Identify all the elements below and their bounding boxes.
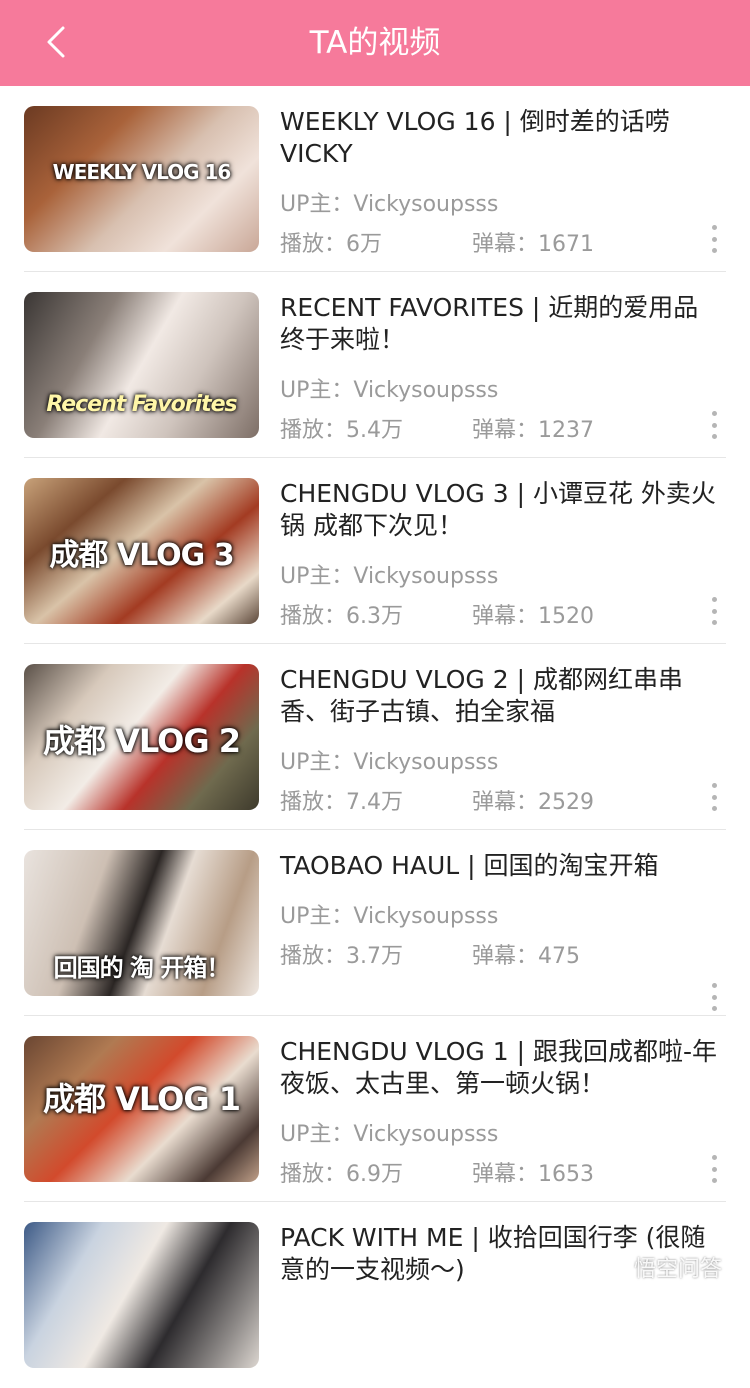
danmu-value: 2529 [538, 790, 595, 815]
thumbnail-caption: 成都 VLOG 1 [42, 1080, 241, 1118]
video-thumbnail[interactable]: 成都 VLOG 1 [24, 1036, 259, 1182]
play-label: 播放： [280, 232, 347, 257]
uploader-name[interactable]: Vickysoupsss [353, 1122, 498, 1147]
play-value: 6万 [346, 232, 383, 257]
video-thumbnail[interactable] [24, 1222, 259, 1368]
uploader-line: UP主：Vickysoupsss [280, 1116, 498, 1148]
play-count: 播放：6.9万 [280, 1156, 403, 1188]
watermark: 悟空问答 [600, 1250, 722, 1284]
video-item[interactable]: WEEKLY VLOG 16 WEEKLY VLOG 16 | 倒时差的话唠VI… [0, 86, 750, 272]
danmu-count: 弹幕：1520 [472, 598, 594, 630]
thumbnail-caption: 成都 VLOG 2 [42, 722, 241, 760]
video-thumbnail[interactable]: 成都 VLOG 3 [24, 478, 259, 624]
uploader-label: UP主： [280, 750, 354, 775]
wukong-logo-icon [601, 1254, 627, 1280]
video-title[interactable]: CHENGDU VLOG 2 | 成都网红串串香、街子古镇、拍全家福 [280, 664, 720, 728]
danmu-value: 1653 [538, 1162, 595, 1187]
danmu-count: 弹幕：1671 [472, 226, 594, 258]
more-options-icon[interactable] [707, 225, 721, 253]
uploader-line: UP主：Vickysoupsss [280, 744, 498, 776]
uploader-label: UP主： [280, 378, 354, 403]
page-title: TA的视频 [309, 25, 441, 61]
play-count: 播放：5.4万 [280, 412, 403, 444]
thumbnail-caption: Recent Favorites [46, 392, 237, 417]
video-thumbnail[interactable]: WEEKLY VLOG 16 [24, 106, 259, 252]
uploader-label: UP主： [280, 192, 354, 217]
play-value: 7.4万 [346, 790, 404, 815]
play-value: 5.4万 [346, 418, 404, 443]
danmu-count: 弹幕：1237 [472, 412, 594, 444]
danmu-label: 弹幕： [472, 604, 539, 629]
uploader-line: UP主：Vickysoupsss [280, 558, 498, 590]
play-value: 3.7万 [346, 944, 404, 969]
danmu-value: 475 [538, 944, 581, 969]
uploader-line: UP主：Vickysoupsss [280, 372, 498, 404]
play-value: 6.9万 [346, 1162, 404, 1187]
danmu-label: 弹幕： [472, 944, 539, 969]
uploader-name[interactable]: Vickysoupsss [353, 378, 498, 403]
danmu-value: 1520 [538, 604, 595, 629]
danmu-count: 弹幕：2529 [472, 784, 594, 816]
play-value: 6.3万 [346, 604, 404, 629]
video-item[interactable]: 成都 VLOG 3 CHENGDU VLOG 3 | 小谭豆花 外卖火锅 成都下… [0, 458, 750, 644]
more-options-icon[interactable] [707, 597, 721, 625]
uploader-name[interactable]: Vickysoupsss [353, 192, 498, 217]
video-item[interactable]: 成都 VLOG 2 CHENGDU VLOG 2 | 成都网红串串香、街子古镇、… [0, 644, 750, 830]
watermark-text: 悟空问答 [634, 1257, 723, 1282]
uploader-line: UP主：Vickysoupsss [280, 898, 498, 930]
more-options-icon[interactable] [707, 983, 721, 1011]
video-thumbnail[interactable]: Recent Favorites [24, 292, 259, 438]
video-title[interactable]: TAOBAO HAUL | 回国的淘宝开箱 [280, 850, 720, 882]
uploader-label: UP主： [280, 564, 354, 589]
more-options-icon[interactable] [707, 1155, 721, 1183]
thumbnail-caption: 回国的 淘 开箱！ [53, 954, 231, 982]
play-label: 播放： [280, 944, 347, 969]
play-label: 播放： [280, 790, 347, 815]
danmu-label: 弹幕： [472, 790, 539, 815]
video-item[interactable]: Recent Favorites RECENT FAVORITES | 近期的爱… [0, 272, 750, 458]
danmu-value: 1237 [538, 418, 595, 443]
video-item[interactable]: PACK WITH ME | 收拾回国行李 (很随意的一支视频～) [0, 1202, 750, 1388]
thumbnail-caption: WEEKLY VLOG 16 [52, 160, 232, 184]
play-count: 播放：3.7万 [280, 938, 403, 970]
more-options-icon[interactable] [707, 411, 721, 439]
play-label: 播放： [280, 1162, 347, 1187]
play-label: 播放： [280, 604, 347, 629]
uploader-label: UP主： [280, 904, 354, 929]
play-count: 播放：6.3万 [280, 598, 403, 630]
uploader-name[interactable]: Vickysoupsss [353, 564, 498, 589]
video-title[interactable]: RECENT FAVORITES | 近期的爱用品终于来啦！ [280, 292, 720, 356]
video-title[interactable]: CHENGDU VLOG 1 | 跟我回成都啦-年夜饭、太古里、第一顿火锅！ [280, 1036, 720, 1100]
play-count: 播放：7.4万 [280, 784, 403, 816]
video-title[interactable]: WEEKLY VLOG 16 | 倒时差的话唠VICKY [280, 106, 720, 170]
video-thumbnail[interactable]: 回国的 淘 开箱！ [24, 850, 259, 996]
uploader-name[interactable]: Vickysoupsss [353, 750, 498, 775]
uploader-line: UP主：Vickysoupsss [280, 186, 498, 218]
top-bar: TA的视频 [0, 0, 750, 86]
thumbnail-caption: 成都 VLOG 3 [49, 538, 234, 573]
danmu-value: 1671 [538, 232, 595, 257]
more-options-icon[interactable] [707, 783, 721, 811]
danmu-label: 弹幕： [472, 1162, 539, 1187]
video-list: WEEKLY VLOG 16 WEEKLY VLOG 16 | 倒时差的话唠VI… [0, 86, 750, 1388]
video-item[interactable]: 回国的 淘 开箱！ TAOBAO HAUL | 回国的淘宝开箱 UP主：Vick… [0, 830, 750, 1016]
danmu-count: 弹幕：1653 [472, 1156, 594, 1188]
play-label: 播放： [280, 418, 347, 443]
video-item[interactable]: 成都 VLOG 1 CHENGDU VLOG 1 | 跟我回成都啦-年夜饭、太古… [0, 1016, 750, 1202]
danmu-label: 弹幕： [472, 418, 539, 443]
video-title[interactable]: CHENGDU VLOG 3 | 小谭豆花 外卖火锅 成都下次见！ [280, 478, 720, 542]
danmu-label: 弹幕： [472, 232, 539, 257]
video-thumbnail[interactable]: 成都 VLOG 2 [24, 664, 259, 810]
uploader-name[interactable]: Vickysoupsss [353, 904, 498, 929]
play-count: 播放：6万 [280, 226, 382, 258]
uploader-label: UP主： [280, 1122, 354, 1147]
danmu-count: 弹幕：475 [472, 938, 580, 970]
